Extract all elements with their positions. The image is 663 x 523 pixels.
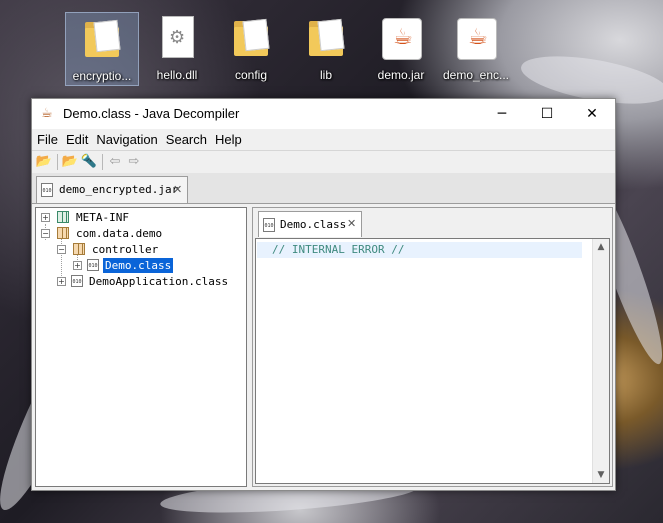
java-jar-icon: ☕ <box>455 16 497 62</box>
tree-node-label: DemoApplication.class <box>89 275 229 288</box>
folder-icon <box>230 16 272 62</box>
back-icon[interactable]: ⇦ <box>106 153 124 171</box>
tab-demo-encrypted-jar[interactable]: 010 demo_encrypted.jar ✕ <box>36 176 188 203</box>
maximize-button[interactable]: ☐ <box>524 99 570 129</box>
desktop-icon-demo-encrypted-jar[interactable]: ☕ demo_enc... <box>439 12 513 86</box>
code-line-1: // INTERNAL ERROR // <box>272 243 405 256</box>
package-icon <box>57 227 69 239</box>
file-tab-bar: 010 demo_encrypted.jar ✕ <box>32 173 615 204</box>
desktop-icon-label: demo.jar <box>377 68 425 82</box>
desktop-icon-hello-dll[interactable]: ⚙ hello.dll <box>140 12 214 86</box>
class-file-icon: 010 <box>87 259 99 271</box>
close-button[interactable]: ✕ <box>569 99 615 129</box>
desktop-icon-label: lib <box>319 68 332 82</box>
close-tab-icon[interactable]: ✕ <box>347 217 356 230</box>
java-jar-icon: ☕ <box>380 16 422 62</box>
folder-icon <box>305 16 347 62</box>
minimize-button[interactable]: ─ <box>479 99 525 129</box>
class-file-icon: 010 <box>263 218 275 232</box>
menu-help[interactable]: Help <box>211 130 246 150</box>
tree-node-label: Demo.class <box>101 257 175 274</box>
desktop-icon-label: encryptio... <box>72 69 132 83</box>
toolbar: 📂 📂 🔦 ⇦ ⇨ <box>32 150 615 174</box>
code-area[interactable]: // INTERNAL ERROR // ▲ ▼ <box>255 238 610 484</box>
vertical-scrollbar[interactable]: ▲ ▼ <box>592 239 609 483</box>
desktop-icon-config-folder[interactable]: config <box>214 12 288 86</box>
package-icon <box>57 211 69 223</box>
coffee-cup-icon: ☕ <box>41 106 53 121</box>
folder-icon <box>81 17 123 63</box>
scroll-down-icon[interactable]: ▼ <box>593 467 609 483</box>
package-icon <box>73 243 85 255</box>
search-icon[interactable]: 🔦 <box>80 153 98 171</box>
desktop-icon-label: config <box>234 68 268 82</box>
java-decompiler-window: ☕ Demo.class - Java Decompiler ─ ☐ ✕ Fil… <box>31 98 616 491</box>
tab-demo-class[interactable]: 010 Demo.class ✕ <box>258 211 362 237</box>
desktop-icon-demo-jar[interactable]: ☕ demo.jar <box>364 12 438 86</box>
scroll-up-icon[interactable]: ▲ <box>593 239 609 255</box>
desktop-icon-lib-folder[interactable]: lib <box>289 12 363 86</box>
window-title: Demo.class - Java Decompiler <box>63 106 240 121</box>
desktop-icon-encryption-folder[interactable]: encryptio... <box>65 12 139 86</box>
package-tree[interactable]: + META-INF − com.data.demo − controller … <box>35 207 247 487</box>
tree-node-label: com.data.demo <box>76 227 163 240</box>
forward-icon[interactable]: ⇨ <box>125 153 143 171</box>
close-tab-icon[interactable]: ✕ <box>173 183 182 196</box>
source-editor-panel: 010 Demo.class ✕ // INTERNAL ERROR // ▲ … <box>252 207 613 487</box>
tab-label: Demo.class <box>280 218 347 231</box>
expand-icon[interactable]: + <box>41 213 50 222</box>
expand-icon[interactable]: + <box>73 261 82 270</box>
menu-bar: File Edit Navigation Search Help <box>32 129 615 149</box>
menu-navigation[interactable]: Navigation <box>92 130 161 150</box>
menu-search[interactable]: Search <box>162 130 211 150</box>
title-bar[interactable]: ☕ Demo.class - Java Decompiler ─ ☐ ✕ <box>32 99 615 129</box>
open-type-icon[interactable]: 📂 <box>61 153 79 171</box>
class-file-icon: 010 <box>71 275 83 287</box>
dll-file-icon: ⚙ <box>156 16 198 62</box>
expand-icon[interactable]: + <box>57 277 66 286</box>
tree-node-label: META-INF <box>76 211 129 224</box>
collapse-icon[interactable]: − <box>57 245 66 254</box>
menu-file[interactable]: File <box>33 130 62 150</box>
jar-file-icon: 010 <box>41 183 53 197</box>
tab-label: demo_encrypted.jar <box>59 183 179 196</box>
desktop-icon-label: demo_enc... <box>442 68 510 82</box>
open-file-icon[interactable]: 📂 <box>35 153 53 171</box>
desktop-icon-label: hello.dll <box>156 68 198 82</box>
collapse-icon[interactable]: − <box>41 229 50 238</box>
menu-edit[interactable]: Edit <box>62 130 92 150</box>
tree-node-label: controller <box>92 243 159 256</box>
